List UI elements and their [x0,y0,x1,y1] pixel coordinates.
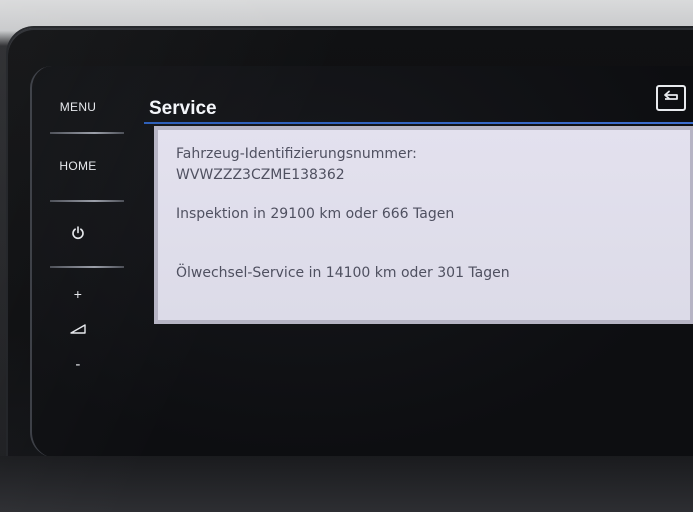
power-button[interactable] [32,226,124,240]
page-title: Service [149,98,217,119]
vin-label: Fahrzeug-Identifizierungsnummer: [176,146,417,162]
side-separator [50,266,124,268]
header-divider [144,122,693,124]
infotainment-screen: MENU HOME + - Service Fahrzeug-Identifiz… [30,66,693,458]
volume-down-label: - [75,356,81,373]
volume-up-button[interactable]: + [32,286,124,302]
volume-up-label: + [73,286,83,302]
photo-frame: MENU HOME + - Service Fahrzeug-Identifiz… [0,0,693,512]
side-separator [50,132,124,134]
inspection-info: Inspektion in 29100 km oder 666 Tagen [176,206,455,222]
menu-button[interactable]: MENU [32,100,124,114]
menu-button-label: MENU [59,100,97,114]
oil-change-info: Ölwechsel-Service in 14100 km oder 301 T… [176,265,510,281]
volume-icon [70,324,86,334]
back-arrow-icon [664,90,678,100]
power-icon [72,226,84,240]
vin-value: WVWZZZ3CZME138362 [176,167,345,183]
dashboard-trim [0,456,693,512]
side-button-panel: MENU HOME + - [32,66,124,458]
back-button[interactable] [656,85,686,111]
service-info-panel: Fahrzeug-Identifizierungsnummer: WVWZZZ3… [154,126,693,324]
side-separator [50,200,124,202]
home-button-label: HOME [59,159,97,173]
volume-down-button[interactable]: - [32,356,124,373]
volume-indicator [32,324,124,334]
home-button[interactable]: HOME [32,159,124,173]
